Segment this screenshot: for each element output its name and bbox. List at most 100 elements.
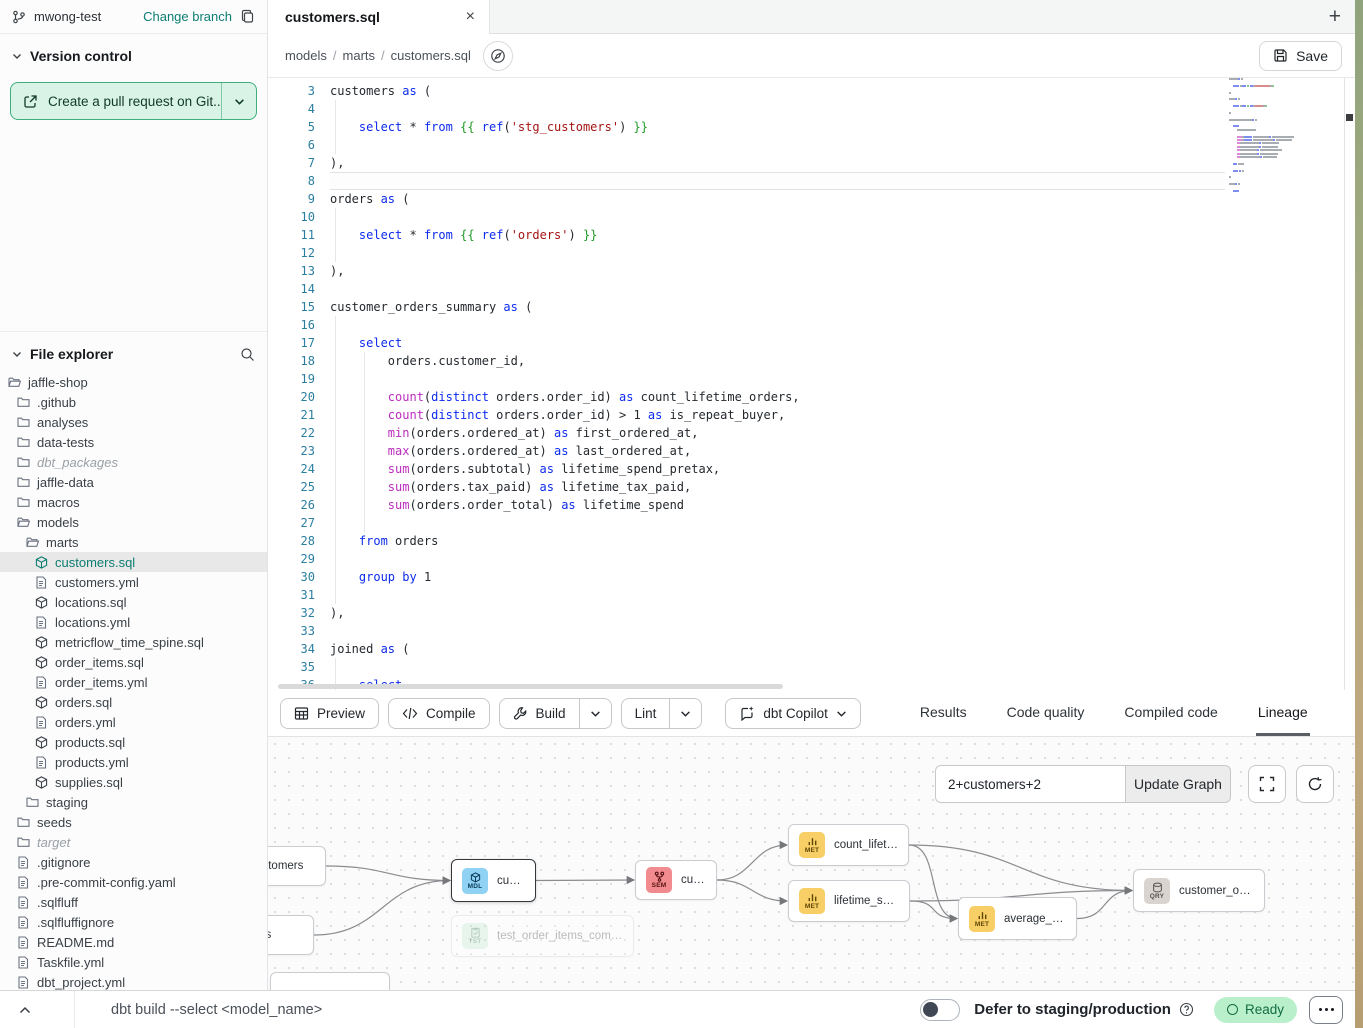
tab-lineage[interactable]: Lineage [1256,690,1310,736]
tab-compiled-code[interactable]: Compiled code [1122,690,1219,736]
lineage-node-count-lifetime-orders[interactable]: METcount_lifetime_orders [788,824,909,866]
file-tree-item-order-items-sql[interactable]: order_items.sql [0,652,267,672]
code-line-10[interactable]: 10 [268,208,1225,226]
code-line-28[interactable]: 28 from orders [268,532,1225,550]
file-tree-item-orders-yml[interactable]: orders.yml [0,712,267,732]
file-tree-item-metricflow-time-spine-sql[interactable]: metricflow_time_spine.sql [0,632,267,652]
lineage-node-customer-order-metrics[interactable]: QRYcustomer_order_metrics [1133,869,1265,912]
code-line-20[interactable]: 20 count(distinct orders.order_id) as co… [268,388,1225,406]
lineage-node-stg-customers[interactable]: stg_customers [268,846,326,886]
file-tree-item-jaffle-shop[interactable]: jaffle-shop [0,372,267,392]
file-tree-item-models[interactable]: models [0,512,267,532]
file-tree-item-orders-sql[interactable]: orders.sql [0,692,267,712]
file-tree-item-data-tests[interactable]: data-tests [0,432,267,452]
lineage-node-partial-node[interactable] [270,972,390,990]
code-line-8[interactable]: 8 [268,172,1225,190]
code-line-32[interactable]: 32), [268,604,1225,622]
dbt-copilot-button[interactable]: dbt Copilot [725,698,861,729]
file-tree-item-order-items-yml[interactable]: order_items.yml [0,672,267,692]
create-pr-button[interactable]: Create a pull request on Git... [10,82,257,120]
copy-icon[interactable] [240,9,255,24]
file-tree-item-marts[interactable]: marts [0,532,267,552]
code-line-34[interactable]: 34joined as ( [268,640,1225,658]
lineage-node-customers-sem[interactable]: SEMcustomers [635,860,717,900]
file-tree-item-macros[interactable]: macros [0,492,267,512]
editor-horizontal-scrollbar[interactable] [278,684,783,689]
file-tree-item--sqlfluffignore[interactable]: .sqlfluffignore [0,912,267,932]
file-tree-item-readme-md[interactable]: README.md [0,932,267,952]
lineage-node-customers-mdl[interactable]: MDLcustomers [451,859,536,902]
lineage-node-orders[interactable]: orders [268,915,314,955]
code-line-15[interactable]: 15customer_orders_summary as ( [268,298,1225,316]
build-button[interactable]: Build [499,698,612,729]
code-line-21[interactable]: 21 count(distinct orders.order_id) > 1 a… [268,406,1225,424]
pr-dropdown-caret[interactable] [222,83,256,119]
update-graph-button[interactable]: Update Graph [1125,765,1231,803]
search-icon[interactable] [240,347,255,362]
refresh-icon[interactable] [1296,765,1334,803]
code-line-19[interactable]: 19 [268,370,1225,388]
more-options-button[interactable] [1309,996,1343,1024]
file-tree-item-seeds[interactable]: seeds [0,812,267,832]
editor-vertical-scrollbar[interactable] [1344,78,1354,690]
code-line-14[interactable]: 14 [268,280,1225,298]
code-line-18[interactable]: 18 orders.customer_id, [268,352,1225,370]
code-line-33[interactable]: 33 [268,622,1225,640]
code-editor[interactable]: 3customers as (45 select * from {{ ref('… [268,78,1355,690]
tab-customers-sql[interactable]: customers.sql × [268,0,490,34]
file-tree-item-locations-sql[interactable]: locations.sql [0,592,267,612]
defer-toggle[interactable] [920,999,960,1021]
minimap[interactable] [1229,78,1329,216]
breadcrumb-marts[interactable]: marts [343,48,376,63]
file-tree-item-products-sql[interactable]: products.sql [0,732,267,752]
command-input[interactable]: dbt build --select <model_name> [111,1002,920,1018]
file-tree-item-dbt-project-yml[interactable]: dbt_project.yml [0,972,267,990]
close-icon[interactable]: × [466,9,475,25]
tab-results[interactable]: Results [918,690,969,736]
file-tree-item--gitignore[interactable]: .gitignore [0,852,267,872]
save-button[interactable]: Save [1259,41,1342,71]
breadcrumb-models[interactable]: models [285,48,327,63]
breadcrumb-file[interactable]: customers.sql [391,48,471,63]
code-line-35[interactable]: 35 [268,658,1225,676]
file-tree-item-customers-yml[interactable]: customers.yml [0,572,267,592]
chevron-down-icon[interactable] [12,349,22,359]
lineage-node-lifetime-spend-pretax[interactable]: METlifetime_spend_pretax [788,880,910,922]
file-tree-item-products-yml[interactable]: products.yml [0,752,267,772]
help-icon[interactable] [1179,1002,1194,1017]
file-tree-item-taskfile-yml[interactable]: Taskfile.yml [0,952,267,972]
scrollbar-thumb[interactable] [1346,114,1353,121]
file-tree-item-supplies-sql[interactable]: supplies.sql [0,772,267,792]
code-line-6[interactable]: 6 [268,136,1225,154]
code-line-16[interactable]: 16 [268,316,1225,334]
lineage-node-average-order-value[interactable]: METaverage_order_value [958,897,1077,940]
code-line-27[interactable]: 27 [268,514,1225,532]
lint-dropdown-caret[interactable] [670,699,701,728]
lineage-panel[interactable]: stg_customersordersMDLcustomersTSTtest_o… [268,737,1355,990]
code-line-23[interactable]: 23 max(orders.ordered_at) as last_ordere… [268,442,1225,460]
chevron-up-icon[interactable] [0,1006,50,1014]
code-line-26[interactable]: 26 sum(orders.order_total) as lifetime_s… [268,496,1225,514]
file-tree-item-staging[interactable]: staging [0,792,267,812]
preview-button[interactable]: Preview [280,698,379,729]
code-line-24[interactable]: 24 sum(orders.subtotal) as lifetime_spen… [268,460,1225,478]
file-tree-item--sqlfluff[interactable]: .sqlfluff [0,892,267,912]
chevron-down-icon[interactable] [12,51,22,61]
code-line-17[interactable]: 17 select [268,334,1225,352]
fullscreen-icon[interactable] [1248,765,1286,803]
code-line-7[interactable]: 7), [268,154,1225,172]
code-line-12[interactable]: 12 [268,244,1225,262]
code-line-25[interactable]: 25 sum(orders.tax_paid) as lifetime_tax_… [268,478,1225,496]
file-tree-item-jaffle-data[interactable]: jaffle-data [0,472,267,492]
file-tree-item-locations-yml[interactable]: locations.yml [0,612,267,632]
code-line-3[interactable]: 3customers as ( [268,82,1225,100]
build-dropdown-caret[interactable] [580,699,611,728]
lineage-selector-input[interactable] [935,765,1125,803]
code-line-29[interactable]: 29 [268,550,1225,568]
file-tree-item-analyses[interactable]: analyses [0,412,267,432]
code-line-31[interactable]: 31 [268,586,1225,604]
tab-code-quality[interactable]: Code quality [1005,690,1087,736]
code-line-5[interactable]: 5 select * from {{ ref('stg_customers') … [268,118,1225,136]
compass-icon[interactable] [483,41,513,71]
file-tree-item-target[interactable]: target [0,832,267,852]
